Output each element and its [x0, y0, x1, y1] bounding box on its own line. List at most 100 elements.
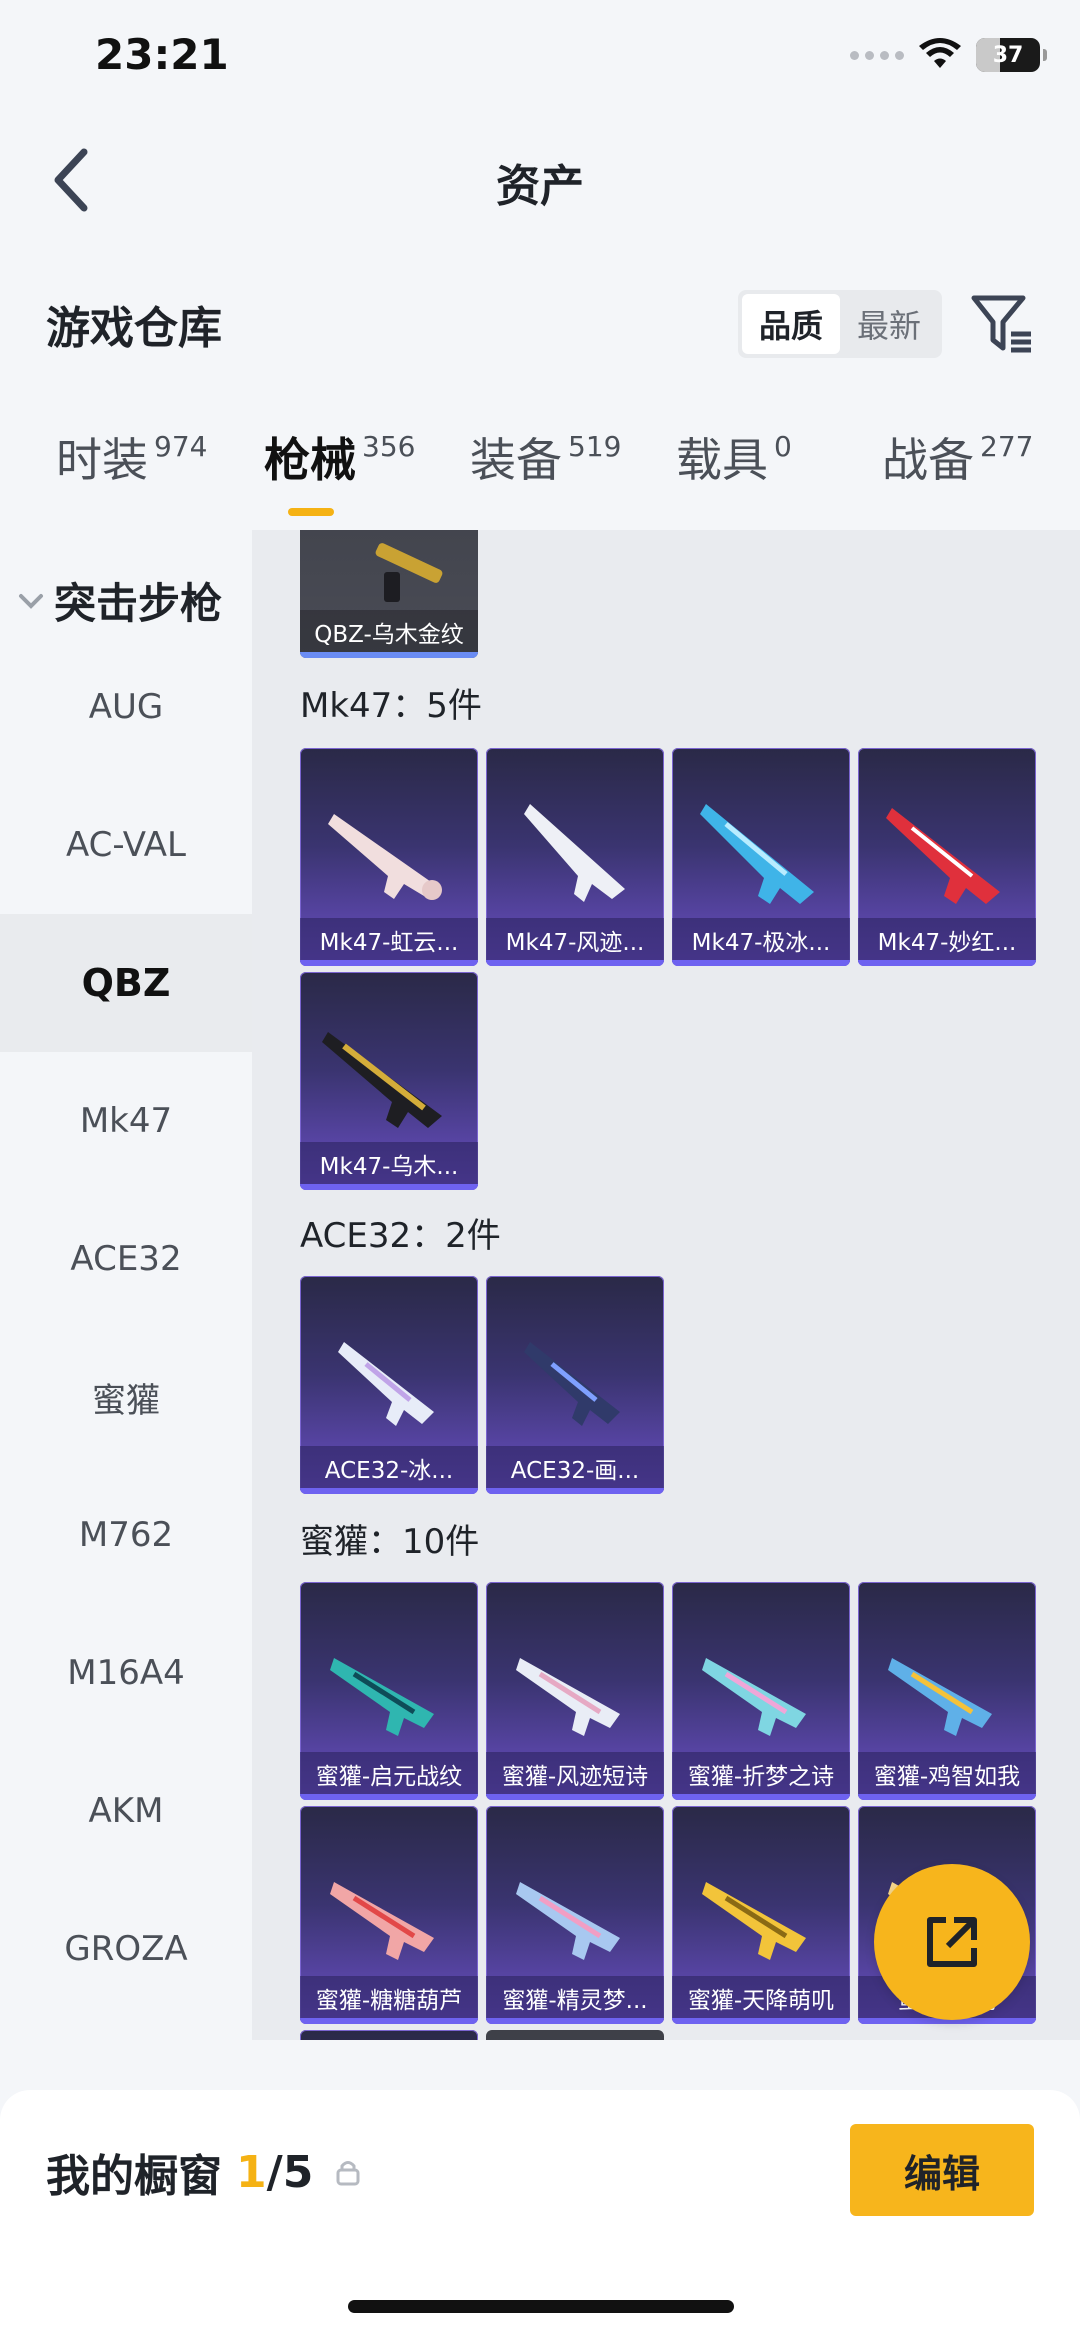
- share-icon: [927, 1917, 977, 1967]
- group-title: ACE32：2件: [300, 1216, 501, 1256]
- weapon-name: 蜜獾-天降萌叽: [672, 1976, 850, 2020]
- weapon-card[interactable]: [300, 2030, 478, 2040]
- weapon-card[interactable]: Mk47-虹云...: [300, 748, 478, 966]
- sort-toggle[interactable]: 品质 最新: [738, 290, 942, 358]
- tab-vehicles[interactable]: 载具 0: [676, 432, 792, 488]
- battery-level: 37: [992, 42, 1024, 68]
- sidebar-item-mk47[interactable]: Mk47: [0, 1052, 252, 1190]
- filter-icon: [971, 295, 1031, 353]
- tab-gear[interactable]: 战备 277: [882, 432, 1033, 488]
- showcase-count: 1: [236, 2146, 267, 2198]
- sidebar-category[interactable]: 突击步枪: [18, 570, 222, 631]
- sidebar-item-honey-badger[interactable]: 蜜獾: [0, 1328, 252, 1466]
- card-quality-bar: [672, 1794, 850, 1800]
- sidebar-item-m762[interactable]: M762: [0, 1466, 252, 1604]
- weapon-name: ACE32-画...: [486, 1446, 664, 1490]
- tab-label: 枪械: [264, 433, 356, 487]
- tab-count: 356: [362, 430, 416, 463]
- weapon-card[interactable]: 蜜獾-鸡智如我: [858, 1582, 1036, 1800]
- tab-fashion[interactable]: 时装 974: [56, 432, 207, 488]
- card-quality-bar: [672, 960, 850, 966]
- card-quality-bar: [486, 1488, 664, 1494]
- weapon-card[interactable]: 蜜獾-启元战纹: [300, 1582, 478, 1800]
- sidebar-item-groza[interactable]: GROZA: [0, 1880, 252, 2018]
- sidebar-item-qbz[interactable]: QBZ: [0, 914, 252, 1052]
- card-quality-bar: [486, 960, 664, 966]
- weapon-card[interactable]: QBZ-乌木金纹: [300, 530, 478, 658]
- gun-skin-image: [322, 1032, 442, 1128]
- card-quality-bar: [300, 1794, 478, 1800]
- weapon-name: Mk47-乌木...: [300, 1142, 478, 1186]
- lock-icon: [335, 2158, 361, 2186]
- card-quality-bar: [858, 1794, 1036, 1800]
- card-quality-bar: [300, 1184, 478, 1190]
- weapon-name: 蜜獾-糖糖葫芦: [300, 1976, 478, 2020]
- card-quality-bar: [300, 1488, 478, 1494]
- share-button[interactable]: [874, 1864, 1030, 2020]
- group-title: 蜜獾：10件: [300, 1522, 480, 1562]
- weapon-name: 蜜獾-精灵梦...: [486, 1976, 664, 2020]
- card-quality-bar: [300, 2018, 478, 2024]
- tab-label: 装备: [470, 433, 562, 487]
- showcase-bar: 我的橱窗 1/5 编辑: [0, 2090, 1080, 2339]
- filter-button[interactable]: [966, 288, 1038, 360]
- edit-button[interactable]: 编辑: [850, 2124, 1034, 2216]
- weapon-card[interactable]: 蜜獾-折梦之诗: [672, 1582, 850, 1800]
- gun-skin-image: [375, 543, 443, 602]
- weapon-card[interactable]: 蜜獾-天降萌叽: [672, 1806, 850, 2024]
- weapon-card[interactable]: ACE32-画...: [486, 1276, 664, 1494]
- gun-skin-image: [328, 814, 442, 900]
- tab-label: 载具: [676, 433, 768, 487]
- weapon-card[interactable]: 蜜獾-精灵梦...: [486, 1806, 664, 2024]
- weapon-card[interactable]: Mk47-风迹...: [486, 748, 664, 966]
- sort-option-newest[interactable]: 最新: [840, 294, 938, 354]
- gun-skin-image: [330, 1658, 434, 1736]
- sidebar-item-aug[interactable]: AUG: [0, 638, 252, 776]
- gun-skin-image: [886, 808, 1000, 904]
- gun-skin-image: [516, 1882, 620, 1960]
- weapon-card[interactable]: 蜜獾-风迹短诗: [486, 1582, 664, 1800]
- weapon-name: 蜜獾-启元战纹: [300, 1752, 478, 1796]
- tab-count: 0: [774, 430, 792, 463]
- showcase-total: /5: [266, 2146, 314, 2198]
- gun-skin-image: [524, 804, 625, 902]
- card-quality-bar: [486, 2018, 664, 2024]
- tab-weapons[interactable]: 枪械 356: [264, 432, 415, 488]
- tab-label: 战备: [882, 433, 974, 487]
- section-title: 游戏仓库: [46, 303, 222, 354]
- gun-skin-image: [702, 1658, 806, 1736]
- weapon-name: 蜜獾-鸡智如我: [858, 1752, 1036, 1796]
- weapon-name: QBZ-乌木金纹: [300, 610, 478, 654]
- weapon-card[interactable]: [486, 2030, 664, 2040]
- weapon-name: 蜜獾-风迹短诗: [486, 1752, 664, 1796]
- weapon-grid: QBZ-乌木金纹 Mk47：5件 Mk47-虹云... Mk47-风迹... M…: [252, 530, 1080, 2040]
- weapon-name: Mk47-妙红...: [858, 918, 1036, 962]
- weapon-card[interactable]: Mk47-妙红...: [858, 748, 1036, 966]
- page-title: 资产: [496, 161, 584, 212]
- sidebar-item-akm[interactable]: AKM: [0, 1742, 252, 1880]
- sidebar-item-ac-val[interactable]: AC-VAL: [0, 776, 252, 914]
- battery-icon: 37: [976, 38, 1047, 72]
- sidebar-item-m16a4[interactable]: M16A4: [0, 1604, 252, 1742]
- tab-equipment[interactable]: 装备 519: [470, 432, 621, 488]
- weapon-card[interactable]: 蜜獾-糖糖葫芦: [300, 1806, 478, 2024]
- signal-icon: [850, 50, 904, 60]
- tab-count: 277: [980, 430, 1034, 463]
- gun-skin-image: [516, 1658, 620, 1736]
- sidebar-item-ace32[interactable]: ACE32: [0, 1190, 252, 1328]
- status-icons: 37: [850, 38, 1047, 72]
- weapon-card[interactable]: Mk47-极冰...: [672, 748, 850, 966]
- weapon-card[interactable]: ACE32-冰...: [300, 1276, 478, 1494]
- tab-count: 974: [154, 430, 208, 463]
- card-quality-bar: [300, 960, 478, 966]
- category-tabs: 时装 974 枪械 356 装备 519 载具 0 战备 277: [0, 420, 1080, 530]
- card-quality-bar: [672, 2018, 850, 2024]
- gun-skin-image: [338, 1342, 434, 1426]
- weapon-card[interactable]: Mk47-乌木...: [300, 972, 478, 1190]
- status-bar: 23:21 37: [0, 0, 1080, 120]
- chevron-down-icon: [19, 593, 43, 609]
- gun-skin-image: [524, 1342, 620, 1426]
- sort-option-quality[interactable]: 品质: [742, 294, 840, 354]
- wifi-icon: [919, 38, 961, 68]
- card-quality-bar: [300, 652, 478, 658]
